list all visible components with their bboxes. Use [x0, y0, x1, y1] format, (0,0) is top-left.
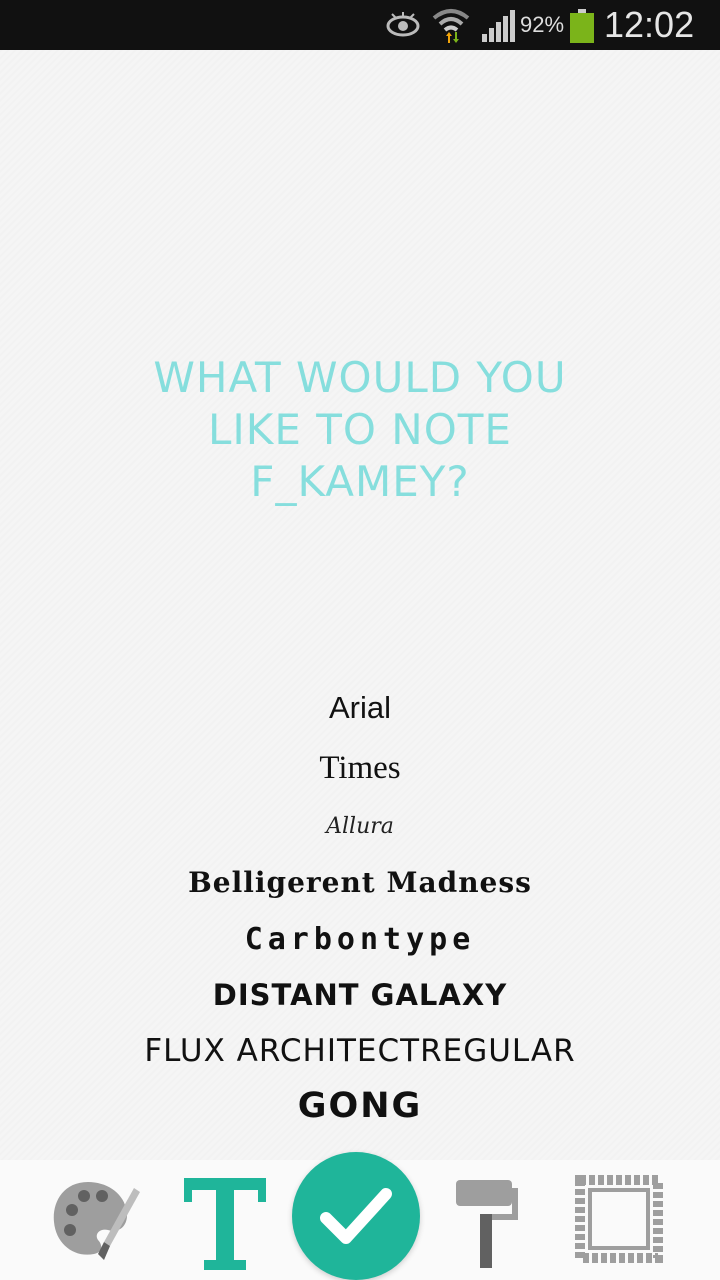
signal-icon: [482, 10, 515, 42]
eye-icon: [386, 12, 420, 37]
font-option-distant-galaxy[interactable]: DISTANT GALAXY: [0, 978, 720, 1012]
text-icon[interactable]: [180, 1174, 270, 1272]
font-option-times[interactable]: Times: [0, 750, 720, 787]
status-bar: 92% 12:02: [0, 0, 720, 50]
font-option-gong[interactable]: GONG: [0, 1086, 720, 1126]
font-option-arial[interactable]: Arial: [0, 690, 720, 726]
wifi-icon: [432, 9, 470, 43]
note-prompt[interactable]: WHAT WOULD YOU LIKE TO NOTE F_KAMEY?: [100, 352, 620, 508]
font-option-allura[interactable]: Allura: [0, 814, 720, 839]
confirm-button[interactable]: [292, 1152, 420, 1280]
paint-roller-icon[interactable]: [450, 1172, 522, 1272]
frame-icon[interactable]: [574, 1174, 664, 1264]
font-option-belligerent-madness[interactable]: Belligerent Madness: [0, 866, 720, 899]
battery-percentage: 92%: [520, 12, 565, 37]
clock: 12:02: [604, 4, 695, 45]
checkmark-icon: [320, 1188, 392, 1244]
font-option-carbontype[interactable]: Carbontype: [0, 922, 720, 957]
palette-icon[interactable]: [48, 1174, 144, 1270]
battery-icon: [570, 9, 594, 43]
font-option-flux-architect[interactable]: FLUX ARCHITECTREGULAR: [0, 1033, 720, 1069]
